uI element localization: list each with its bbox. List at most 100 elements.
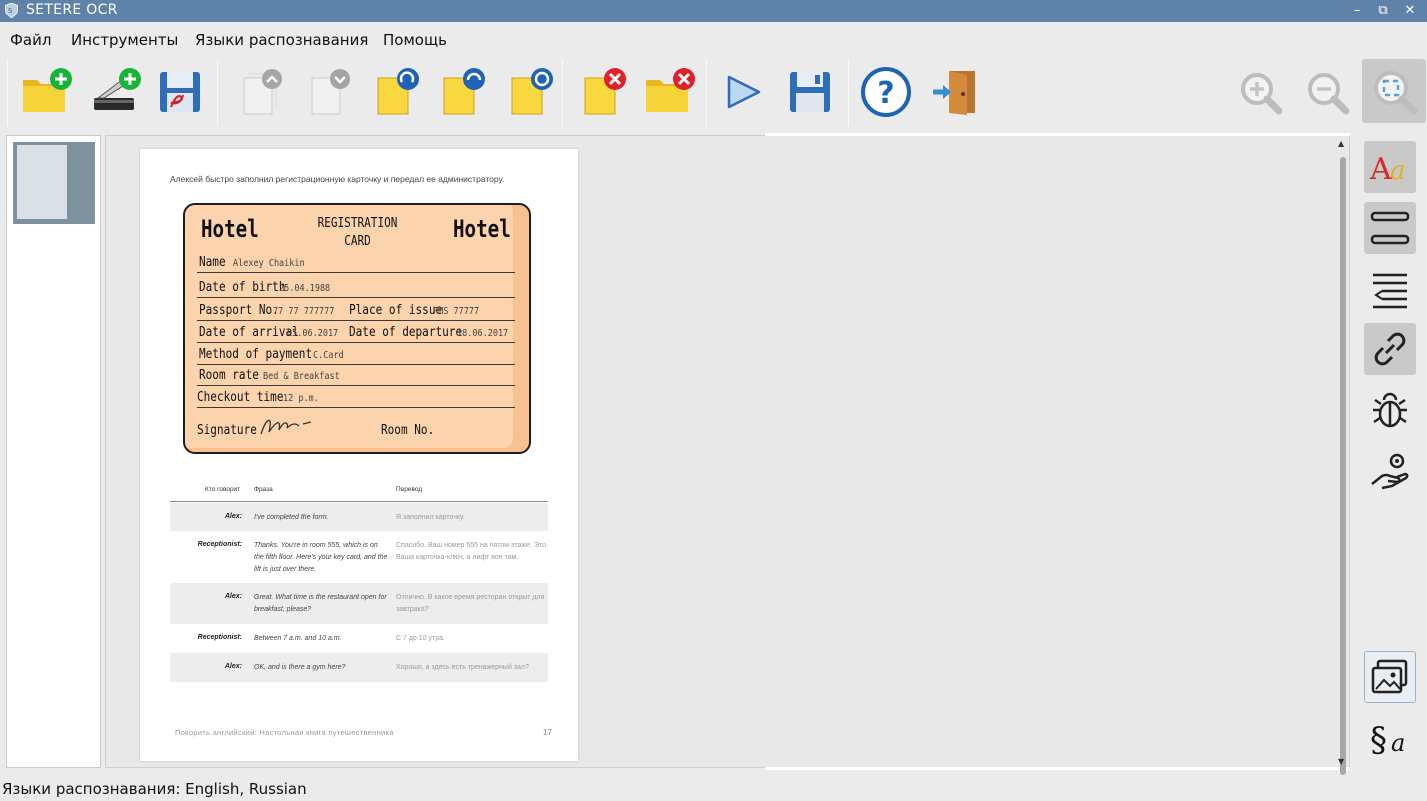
page-number: 17 [543, 728, 552, 737]
dialog-row: Receptionist: Thanks. You're in room 555… [170, 531, 548, 583]
card-label: Room No. [381, 423, 435, 438]
card-value: 12 p.m. [283, 393, 319, 404]
zoom-out-button[interactable] [1297, 62, 1357, 122]
dialog-phrase: Between 7 a.m. and 10 a.m. [254, 635, 342, 642]
page-footer-text: Покорить английский: Настольная книга пу… [175, 728, 394, 737]
move-page-up-button[interactable] [230, 62, 290, 122]
dialog-row: Alex: OK, and is there a gym here? Хорош… [170, 653, 548, 682]
vertical-scrollbar[interactable]: ▲ ▼ [1337, 137, 1349, 775]
rotate-page-button[interactable] [500, 62, 560, 122]
document-page: Алексей быстро заполнил регистрационную … [140, 149, 578, 761]
svg-text:a: a [1391, 729, 1405, 757]
menu-languages[interactable]: Языки распознавания [195, 31, 368, 49]
view-border-bottom [765, 767, 1350, 770]
toolbar-separator [217, 60, 218, 126]
card-value: Alexey Chaikin [233, 258, 305, 269]
toolbar: ? [0, 56, 1427, 128]
card-row-dates: Date of arrival 05.06.2017 Date of depar… [197, 321, 515, 343]
scan-button[interactable] [84, 62, 144, 122]
page-thumbnail[interactable] [13, 142, 95, 224]
dialog-header-speaker: Кто говорит [205, 486, 241, 493]
page-up-icon [243, 69, 282, 115]
paragraph-button[interactable] [1364, 263, 1416, 315]
close-button[interactable]: ✕ [1399, 1, 1421, 21]
scrollbar-thumb[interactable] [1340, 157, 1346, 775]
toolbar-separator [562, 60, 563, 126]
registration-card-image: Hotel REGISTRATION CARD Hotel Name Alexe… [183, 203, 531, 454]
window-title: SETERE OCR [26, 2, 118, 18]
card-label: Passport No. [199, 303, 279, 318]
exit-button[interactable] [924, 62, 984, 122]
dialog-header-phrase: Фраза [254, 486, 273, 493]
svg-text:a: a [1390, 156, 1406, 186]
restore-button[interactable]: ⧉ [1372, 1, 1394, 21]
dialog-row: Alex: Great. What time is the restaurant… [170, 583, 548, 624]
text-wrap-icon [1373, 273, 1407, 309]
image-mode-button[interactable] [1364, 651, 1416, 703]
rotate-right-button[interactable] [432, 62, 492, 122]
rotate-left-button[interactable] [366, 62, 426, 122]
card-value: FMS 77777 [433, 306, 480, 317]
page-intro-text: Алексей быстро заполнил регистрационную … [170, 174, 505, 184]
card-row-checkout: Checkout time 12 p.m. [197, 386, 515, 408]
floppy-icon [790, 72, 830, 112]
settings-hand-button[interactable] [1364, 444, 1416, 496]
signature-scribble-icon [260, 419, 312, 435]
dialog-speaker: Receptionist: [197, 541, 242, 548]
layout-button[interactable] [1364, 202, 1416, 254]
card-row-signature: Signature Room No. [197, 418, 515, 440]
help-button[interactable]: ? [856, 62, 916, 122]
thumbnail-page-preview [17, 145, 67, 219]
view-border-top [765, 133, 1350, 136]
menu-file[interactable]: Файл [10, 31, 51, 49]
menu-tools[interactable]: Инструменты [71, 31, 178, 49]
menu-help[interactable]: Помощь [383, 31, 447, 49]
bug-icon [1373, 392, 1407, 428]
zoom-fit-icon [1374, 71, 1418, 115]
dialog-phrase: I've completed the form. [254, 514, 329, 521]
play-icon [727, 75, 761, 109]
font-settings-button[interactable]: A a [1364, 141, 1416, 193]
debug-button[interactable] [1364, 384, 1416, 436]
recognize-button[interactable] [712, 62, 772, 122]
card-row-payment: Method of payment C.Card [197, 343, 515, 365]
scroll-down-arrow-icon[interactable]: ▼ [1338, 757, 1344, 766]
font-aa-icon: A a [1369, 152, 1406, 187]
dialog-speaker: Alex: [224, 663, 242, 670]
status-bar: Языки распознавания: English, Russian [2, 780, 307, 798]
card-title-line2: CARD [344, 234, 371, 249]
delete-all-button[interactable] [638, 62, 698, 122]
thumbnail-panel [6, 135, 101, 768]
card-hotel-left: Hotel [201, 215, 259, 243]
link-button[interactable] [1364, 323, 1416, 375]
card-label: Method of payment [199, 347, 313, 362]
dialog-phrase: Great. What time is the restaurant open … [254, 594, 387, 613]
dialog-phrase: OK, and is there a gym here? [254, 664, 346, 671]
dialog-translation: С 7 до 10 утра. [396, 635, 445, 642]
text-format-button[interactable]: § a [1364, 711, 1416, 763]
card-row-name: Name Alexey Chaikin [197, 251, 515, 273]
delete-page-button[interactable] [573, 62, 633, 122]
zoom-in-button[interactable] [1230, 62, 1290, 122]
rotate-icon [511, 68, 553, 115]
dialog-row: Alex: I've completed the form. Я заполни… [170, 503, 548, 531]
image-icon [1371, 659, 1408, 694]
layout-blocks-icon [1370, 211, 1410, 245]
scroll-up-arrow-icon[interactable]: ▲ [1338, 139, 1344, 148]
move-page-down-button[interactable] [298, 62, 358, 122]
dialog-speaker: Alex: [224, 513, 242, 520]
toolbar-separator [706, 60, 707, 126]
card-hotel-right: Hotel [453, 215, 511, 243]
save-pdf-button[interactable] [150, 62, 210, 122]
card-label: Date of departure [349, 325, 463, 340]
dialog-speaker: Receptionist: [197, 634, 242, 641]
card-value: 05.06.2017 [287, 328, 339, 339]
open-folder-button[interactable] [15, 62, 75, 122]
dialog-header-rule [170, 501, 548, 502]
menu-bar: Файл Инструменты Языки распознавания Пом… [0, 22, 1427, 56]
fit-to-window-button[interactable] [1362, 59, 1426, 123]
app-shield-icon: S [5, 3, 18, 18]
save-button[interactable] [780, 62, 840, 122]
minimize-button[interactable]: – [1346, 1, 1368, 21]
card-value: Bed & Breakfast [263, 371, 340, 382]
